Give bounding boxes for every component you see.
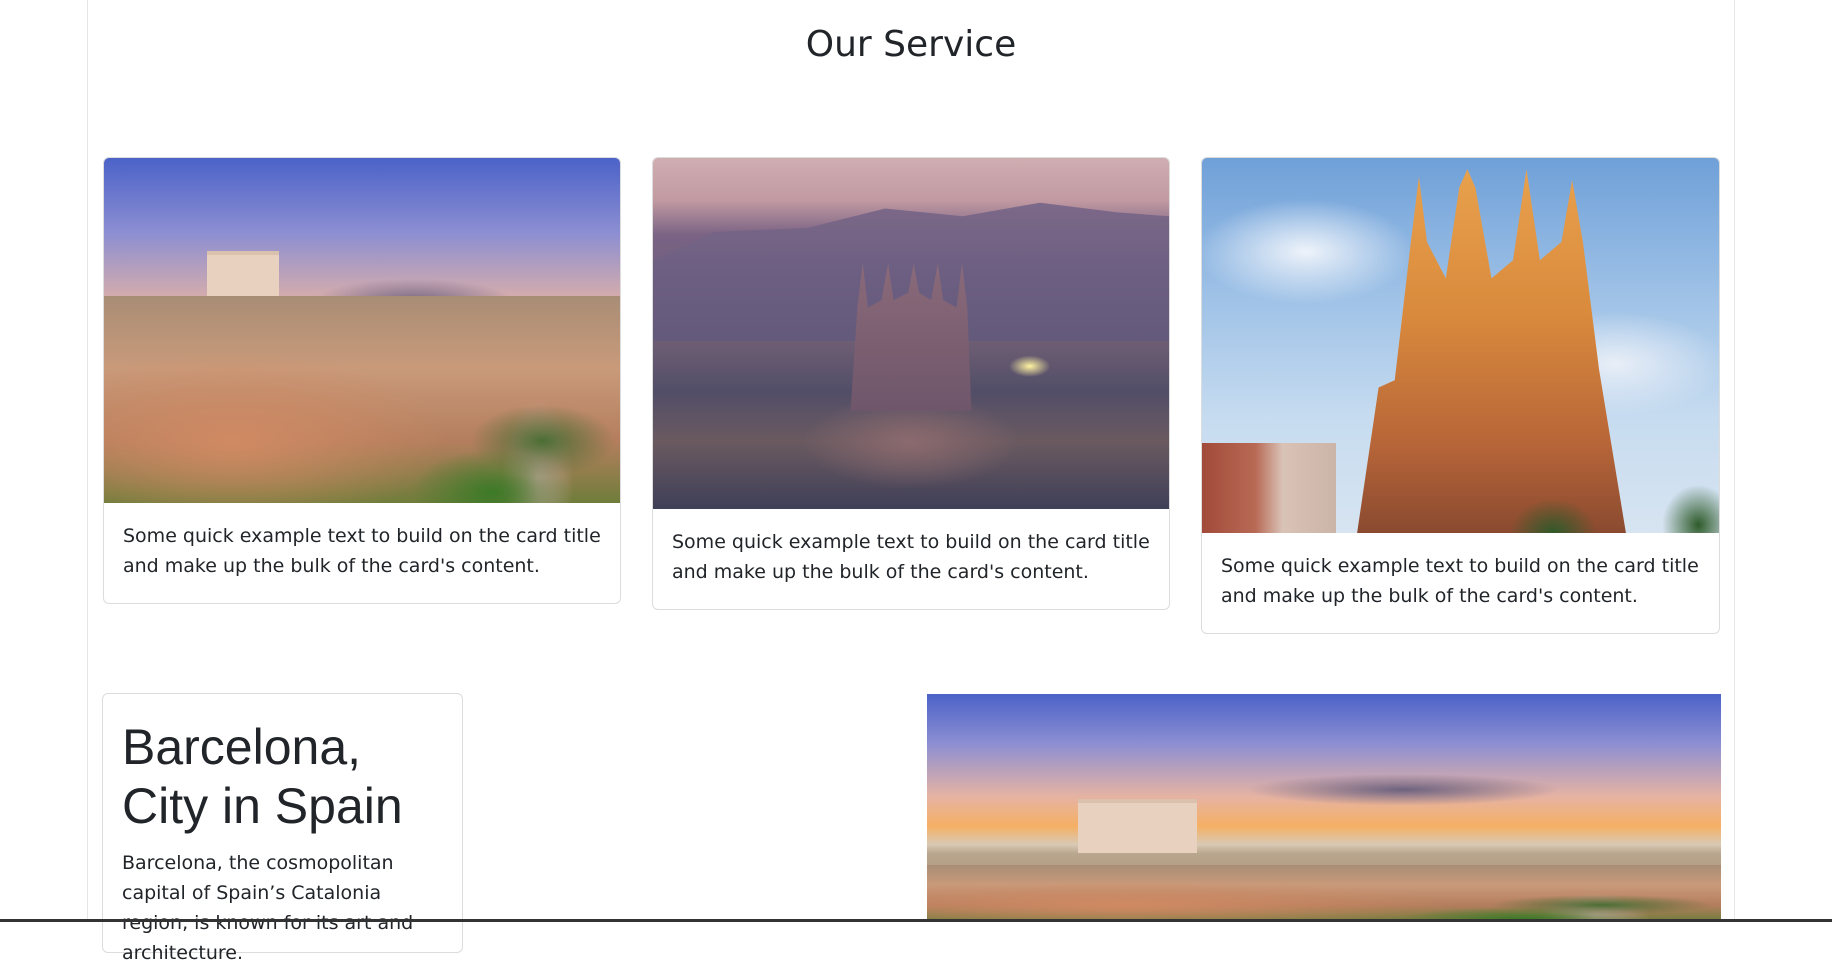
card-body: Some quick example text to build on the … bbox=[104, 503, 620, 581]
feature-toledo-image bbox=[927, 694, 1721, 922]
feature-text: Barcelona, the cosmopolitan capital of S… bbox=[122, 852, 414, 964]
toledo-cityscape-image bbox=[104, 158, 620, 503]
service-card: Some quick example text to build on the … bbox=[103, 157, 621, 604]
card-body: Some quick example text to build on the … bbox=[1202, 533, 1719, 611]
service-card: Some quick example text to build on the … bbox=[1201, 157, 1720, 634]
sagrada-familia-image bbox=[1202, 158, 1719, 533]
feature-title: Barcelona, City in Spain bbox=[122, 719, 403, 834]
card-text: Some quick example text to build on the … bbox=[1221, 555, 1699, 607]
section-title: Our Service bbox=[805, 24, 1017, 65]
barcelona-night-image bbox=[653, 158, 1169, 509]
card-text: Some quick example text to build on the … bbox=[123, 525, 601, 577]
service-card: Some quick example text to build on the … bbox=[652, 157, 1170, 610]
feature-card: Barcelona, City in Spain Barcelona, the … bbox=[102, 693, 463, 964]
card-text: Some quick example text to build on the … bbox=[672, 531, 1150, 583]
card-body: Some quick example text to build on the … bbox=[653, 509, 1169, 587]
